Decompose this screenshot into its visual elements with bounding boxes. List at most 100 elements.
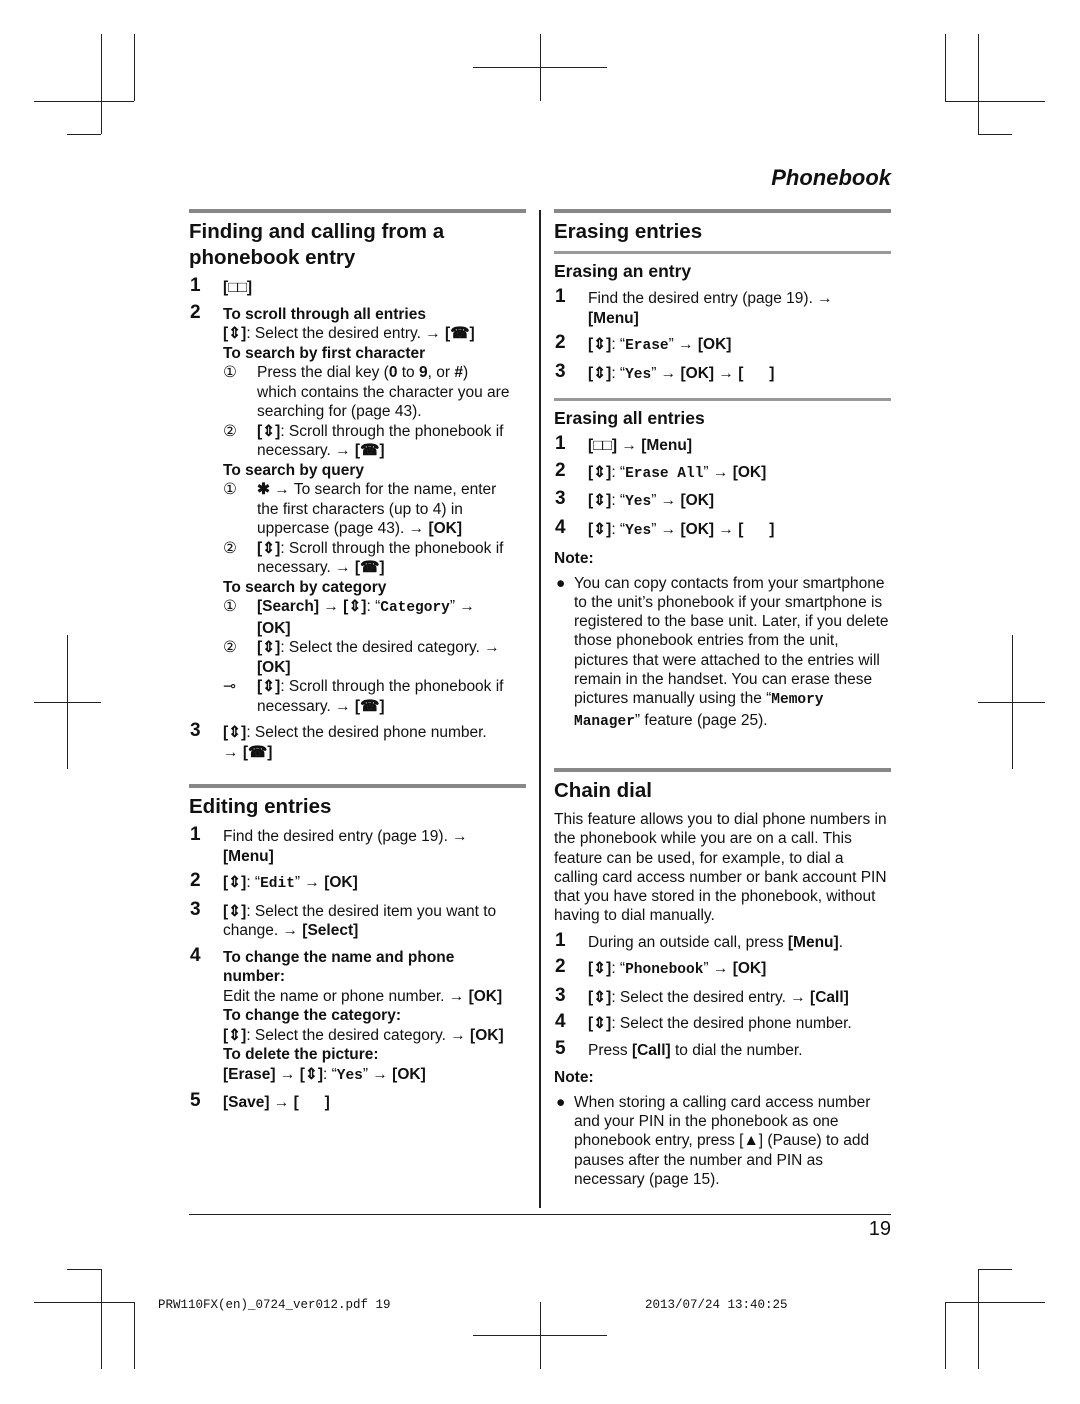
step-line: [⇕]: Select the desired phone number.: [588, 1014, 891, 1034]
key-label: [Search]: [257, 598, 320, 615]
intro-paragraph: This feature allows you to dial phone nu…: [554, 811, 887, 925]
key-label: [⇕]: [223, 1026, 247, 1044]
key-label: [OK]: [257, 619, 291, 637]
key-label: To delete the picture:: [223, 1046, 379, 1063]
display-text: Erase All: [625, 465, 704, 482]
note-bullet: ● You can copy contacts from your smartph…: [554, 574, 891, 732]
step: 2 [⇕]: “Edit” → [OK]: [189, 871, 526, 895]
text: : “: [611, 960, 626, 978]
text: : Scroll through the phonebook if: [280, 539, 504, 557]
finding-section: Finding and calling from a phonebook entr…: [189, 209, 526, 762]
column-divider: [539, 210, 541, 1208]
text: : Select the desired phone number.: [611, 1015, 852, 1033]
key-label: [⇕]: [257, 678, 281, 695]
text: ): [462, 364, 469, 381]
note-label: Note:: [554, 1069, 594, 1087]
key-label: To change the name and phone: [223, 948, 455, 966]
key-label: [OK]: [732, 463, 767, 481]
key-label: [OK]: [324, 874, 358, 891]
key-label: [☎]: [445, 325, 475, 342]
text: necessary. →: [257, 559, 355, 576]
key-label: [Menu]: [588, 309, 639, 327]
note-text: ” feature (page 25).: [634, 711, 768, 729]
text: , or: [427, 364, 455, 381]
step-number: 4: [190, 944, 201, 966]
step-line: [⇕]: Select the desired phone number.: [223, 723, 526, 743]
step-line: [OK]: [223, 619, 526, 639]
sub-step-marker: ②: [223, 539, 237, 557]
text: ” →: [651, 492, 681, 509]
text: : “: [366, 598, 381, 615]
step-line: To search by first character: [223, 344, 526, 364]
print-file-info: PRW110FX(en)_0724_ver012.pdf 19: [158, 1298, 391, 1312]
display-text: Phonebook: [625, 962, 704, 979]
key-label: To search by first character: [223, 344, 426, 362]
key-label: [Menu]: [787, 933, 839, 951]
step-line: uppercase (page 43). → [OK]: [223, 519, 526, 539]
text: : Select the desired category. →: [280, 639, 500, 656]
step-number: 1: [555, 929, 566, 951]
subsection-title: Erasing all entries: [554, 408, 705, 428]
step-number: 3: [555, 488, 566, 509]
key-label: [OK]: [468, 987, 503, 1005]
step-line: necessary. → [☎]: [223, 697, 526, 717]
step: 5 Press [Call] to dial the number.: [554, 1039, 891, 1061]
step-line: To change the category:: [223, 1006, 526, 1026]
text: →: [714, 364, 739, 382]
key-label: [⇕]: [257, 539, 281, 557]
chain-dial-section: Chain dial This feature allows you to di…: [554, 768, 891, 1189]
step: 1 Find the desired entry (page 19). → [Men…: [189, 825, 526, 866]
section-bar: [189, 784, 526, 788]
step-number: 3: [555, 360, 566, 382]
erasing-section: Erasing entries Erasing an entry 1 Find t…: [554, 209, 891, 732]
text: to: [397, 364, 419, 381]
text: Press: [588, 1041, 632, 1059]
key-label: [⇕]: [588, 492, 612, 509]
key-label: #: [454, 364, 463, 381]
text: →: [617, 437, 642, 454]
step-number: 2: [190, 301, 201, 323]
key-label: [⇕]: [588, 463, 612, 481]
editing-section: Editing entries 1 Find the desired entry …: [189, 784, 526, 1113]
display-text: Yes: [625, 494, 652, 510]
text: .: [838, 933, 843, 951]
section-bar: [554, 209, 891, 213]
step: 4 To change the name and phone number: Edit…: [189, 944, 526, 1087]
text: : “: [611, 336, 626, 353]
text: : Select the desired category. →: [246, 1026, 471, 1044]
step-line: [Erase] → [⇕]: “Yes” → [OK]: [223, 1065, 526, 1087]
step-line: ② [⇕]: Scroll through the phonebook if: [223, 422, 526, 442]
sub-step-marker: ②: [223, 422, 237, 440]
key-label: [□□]: [588, 437, 618, 454]
key-label: [Call]: [810, 988, 849, 1006]
step-line: searching for (page 43).: [223, 402, 526, 422]
step-number: 4: [555, 1011, 566, 1033]
note-bullet: ● When storing a calling card access numb…: [554, 1093, 891, 1189]
sub-step-marker: ①: [223, 481, 237, 498]
step-line: ① Press the dial key (0 to 9, or #): [223, 363, 526, 383]
step: 2 [⇕]: “Phonebook” → [OK]: [554, 957, 891, 981]
text: Find the desired entry (page 19). →: [223, 828, 468, 845]
sub-step-marker: ②: [223, 639, 237, 656]
subsection-bar: [554, 398, 891, 401]
step-line: [□□] → [Menu]: [588, 436, 891, 456]
step-line: [⇕]: Select the desired item you want to: [223, 902, 526, 922]
key-label: [☎]: [354, 442, 385, 459]
step: 3 [⇕]: Select the desired item you want t…: [189, 899, 526, 941]
print-date: 2013/07/24 13:40:25: [645, 1298, 788, 1312]
step: 4 [⇕]: “Yes” → [OK] → [ ]: [554, 517, 891, 542]
bullet-icon: ●: [556, 1093, 566, 1111]
text: →: [223, 743, 243, 761]
step-line: To delete the picture:: [223, 1045, 526, 1065]
step-line: To change the name and phone: [223, 948, 526, 968]
key-label: [☎]: [354, 697, 385, 715]
display-text: Erase: [625, 338, 669, 354]
key-label: [ ]: [293, 1094, 330, 1111]
text: ” →: [668, 336, 698, 353]
text: : “: [611, 364, 626, 382]
text: : Select the desired entry. →: [246, 325, 446, 342]
step-number: 3: [190, 720, 201, 741]
section-title: Erasing entries: [554, 220, 703, 243]
key-label: [⇕]: [343, 598, 367, 615]
text: : Select the desired entry. →: [611, 988, 811, 1006]
